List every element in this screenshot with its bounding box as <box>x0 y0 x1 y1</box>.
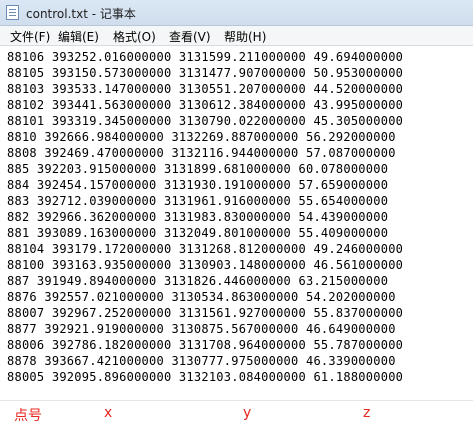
text-line: 88105 393150.573000000 3131477.907000000… <box>7 66 404 80</box>
text-line: 8877 392921.919000000 3130875.567000000 … <box>7 322 396 336</box>
text-line: 8810 392666.984000000 3132269.887000000 … <box>7 130 396 144</box>
y-column-label: y <box>243 405 252 421</box>
menu-format[interactable]: 格式(O) <box>111 28 158 45</box>
text-line: 88100 393163.935000000 3130903.148000000… <box>7 258 404 272</box>
text-line: 884 392454.157000000 3131930.191000000 5… <box>7 178 389 192</box>
window-title: control.txt - 记事本 <box>26 7 136 21</box>
text-line: 883 392712.039000000 3131961.916000000 5… <box>7 194 389 208</box>
menu-view[interactable]: 查看(V) <box>167 28 213 45</box>
menu-file[interactable]: 文件(F) <box>8 28 52 45</box>
x-column-label: x <box>104 405 113 421</box>
text-line: 8876 392557.021000000 3130534.863000000 … <box>7 290 396 304</box>
text-line: 887 391949.894000000 3131826.446000000 6… <box>7 274 389 288</box>
z-column-label: z <box>363 405 371 421</box>
text-line: 88101 393319.345000000 3130790.022000000… <box>7 114 404 128</box>
text-line: 88103 393533.147000000 3130551.207000000… <box>7 82 404 96</box>
text-line: 88007 392967.252000000 3131561.927000000… <box>7 306 404 320</box>
text-line: 88005 392095.896000000 3132103.084000000… <box>7 370 404 384</box>
column-annotation-bar: 点号 x y z <box>0 400 473 430</box>
text-line: 885 392203.915000000 3131899.681000000 6… <box>7 162 389 176</box>
text-line: 8808 392469.470000000 3132116.944000000 … <box>7 146 396 160</box>
text-line: 88102 393441.563000000 3130612.384000000… <box>7 98 404 112</box>
notepad-window: control.txt - 记事本 文件(F) 编辑(E) 格式(O) 查看(V… <box>0 0 473 430</box>
text-line: 88106 393252.016000000 3131599.211000000… <box>7 50 404 64</box>
point-number-label: 点号 <box>14 408 42 424</box>
text-line: 8878 393667.421000000 3130777.975000000 … <box>7 354 396 368</box>
menu-bar: 文件(F) 编辑(E) 格式(O) 查看(V) 帮助(H) <box>0 26 473 46</box>
text-line: 881 393089.163000000 3132049.801000000 5… <box>7 226 389 240</box>
title-bar[interactable]: control.txt - 记事本 <box>0 0 473 26</box>
menu-edit[interactable]: 编辑(E) <box>56 28 101 45</box>
text-line: 88104 393179.172000000 3131268.812000000… <box>7 242 404 256</box>
text-editor[interactable]: 88106 393252.016000000 3131599.211000000… <box>0 46 473 400</box>
menu-help[interactable]: 帮助(H) <box>222 28 268 45</box>
text-line: 88006 392786.182000000 3131708.964000000… <box>7 338 404 352</box>
notepad-icon[interactable] <box>6 5 19 20</box>
text-line: 882 392966.362000000 3131983.830000000 5… <box>7 210 389 224</box>
